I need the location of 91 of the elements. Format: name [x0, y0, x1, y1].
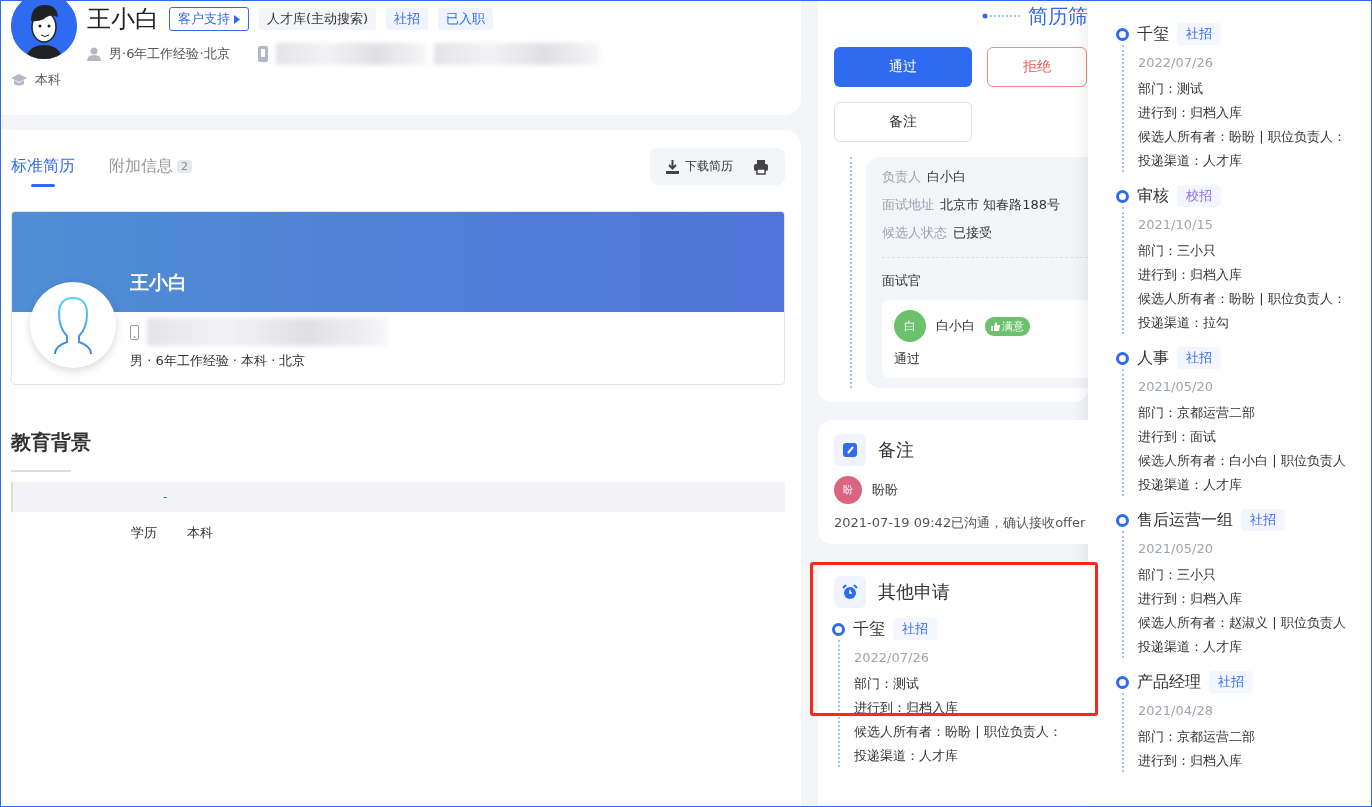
- application-detail: 部门：京都运营二部: [1138, 728, 1256, 746]
- print-icon[interactable]: [753, 158, 769, 175]
- person-icon: [87, 47, 101, 61]
- field-label: 负责人: [882, 168, 921, 186]
- field-value: 已接受: [953, 224, 992, 242]
- application-tag: 社招: [1209, 671, 1253, 693]
- application-detail: 投递渠道：人才库: [1138, 638, 1243, 656]
- application-date: 2022/07/26: [1138, 55, 1214, 70]
- timeline-dot-icon: [1116, 675, 1129, 689]
- application-detail: 候选人所有者：赵淑义 | 职位负责人: [1138, 614, 1347, 632]
- phone-icon: [130, 324, 139, 340]
- application-detail: 投递渠道：人才库: [1138, 476, 1243, 494]
- timeline-dot-icon: [1116, 27, 1129, 41]
- application-detail: 投递渠道：拉勾: [1138, 314, 1230, 332]
- resume-summary: 男 · 6年工作经验 · 本科 · 北京: [130, 352, 307, 370]
- candidate-info: 男·6年工作经验·北京: [109, 45, 230, 63]
- timeline-dot-icon: [1116, 513, 1129, 527]
- interviewer-avatar: 白: [894, 310, 926, 342]
- application-detail: 进行到：归档入库: [1138, 266, 1243, 284]
- field-value: 北京市 知春路188号: [940, 196, 1060, 214]
- application-tag: 社招: [1177, 347, 1221, 369]
- application-detail: 进行到：归档入库: [1138, 752, 1243, 770]
- avatar-silhouette-icon: [30, 282, 116, 368]
- alarm-clock-icon: [842, 584, 858, 600]
- action-button[interactable]: 通过: [834, 47, 972, 87]
- author-avatar: 盼: [834, 476, 862, 504]
- application-tag: 校招: [1177, 185, 1221, 207]
- field-label: 候选人状态: [882, 224, 947, 242]
- phone-icon: [257, 46, 268, 62]
- dotted-line-icon: [982, 13, 1022, 19]
- application-detail: 部门：京都运营二部: [1138, 404, 1256, 422]
- application-tag: 社招: [1177, 23, 1221, 45]
- interview-result: 通过: [894, 350, 921, 368]
- caret-icon: [234, 14, 240, 24]
- candidate-tag: 已入职: [438, 8, 494, 30]
- candidate-name: 王小白: [87, 4, 159, 35]
- application-title: 产品经理: [1137, 671, 1201, 693]
- resume-name: 王小白: [130, 270, 187, 295]
- application-title: 售后运营一组: [1137, 509, 1233, 531]
- application-detail: 候选人所有者：白小白 | 职位负责人: [1138, 452, 1347, 470]
- author-name: 盼盼: [872, 481, 898, 499]
- field-label: 学历: [131, 524, 157, 542]
- education-period: -: [163, 490, 168, 504]
- application-detail: 部门：三小只: [1138, 566, 1217, 584]
- timeline-dot-icon: [1116, 351, 1129, 365]
- application-tag: 社招: [1241, 509, 1285, 531]
- field-label: 面试地址: [882, 196, 934, 214]
- interviewer-name: 白小白: [936, 317, 975, 335]
- candidate-tag: 社招: [386, 8, 429, 30]
- application-title: 审核: [1137, 185, 1169, 207]
- application-title: 人事: [1137, 347, 1169, 369]
- application-detail: 进行到：面试: [1138, 428, 1217, 446]
- note-text: 2021-07-19 09:42已沟通，确认接收offer: [834, 514, 1087, 532]
- application-detail: 部门：三小只: [1138, 242, 1217, 260]
- field-value: 白小白: [927, 168, 966, 186]
- application-detail: 候选人所有者：盼盼 | 职位负责人：: [1138, 290, 1347, 308]
- candidate-tag: 人才库(主动搜索): [259, 8, 377, 30]
- application-detail: 候选人所有者：盼盼 | 职位负责人：: [854, 723, 1063, 741]
- timeline-dot-icon: [832, 622, 845, 636]
- tag-dropdown[interactable]: 客户支持: [169, 7, 249, 31]
- application-detail: 投递渠道：人才库: [1138, 152, 1243, 170]
- application-date: 2022/07/26: [854, 650, 930, 665]
- action-button[interactable]: 拒绝: [987, 47, 1087, 87]
- education-level: 本科: [35, 71, 61, 89]
- application-title: 千玺: [853, 618, 885, 640]
- download-icon: [666, 159, 679, 174]
- edit-icon: [843, 443, 857, 457]
- application-detail: 部门：测试: [1138, 80, 1204, 98]
- interviewers-title: 面试官: [882, 272, 922, 290]
- application-date: 2021/10/15: [1138, 217, 1214, 232]
- resume-tab[interactable]: 标准简历: [11, 146, 75, 187]
- resume-tab[interactable]: 附加信息 2: [109, 146, 192, 187]
- timeline-dot-icon: [1116, 189, 1129, 203]
- application-date: 2021/05/20: [1138, 379, 1214, 394]
- application-detail: 候选人所有者：盼盼 | 职位负责人：: [1138, 128, 1347, 146]
- field-value: 本科: [187, 524, 213, 542]
- section-title: 其他申请: [878, 580, 950, 604]
- application-tag: 社招: [893, 618, 937, 640]
- section-title: 简历筛: [1028, 2, 1088, 30]
- action-button[interactable]: 备注: [834, 102, 972, 142]
- application-detail: 部门：测试: [854, 675, 920, 693]
- section-title: 备注: [878, 438, 914, 462]
- application-detail: 进行到：归档入库: [1138, 590, 1243, 608]
- application-date: 2021/05/20: [1138, 541, 1214, 556]
- application-date: 2021/04/28: [1138, 703, 1214, 718]
- application-title: 千玺: [1137, 23, 1169, 45]
- graduation-cap-icon: [11, 74, 27, 86]
- application-detail: 投递渠道：人才库: [854, 747, 959, 765]
- application-detail: 进行到：归档入库: [1138, 104, 1243, 122]
- rating-badge: 满意: [985, 316, 1030, 336]
- section-title: 教育背景: [11, 429, 92, 456]
